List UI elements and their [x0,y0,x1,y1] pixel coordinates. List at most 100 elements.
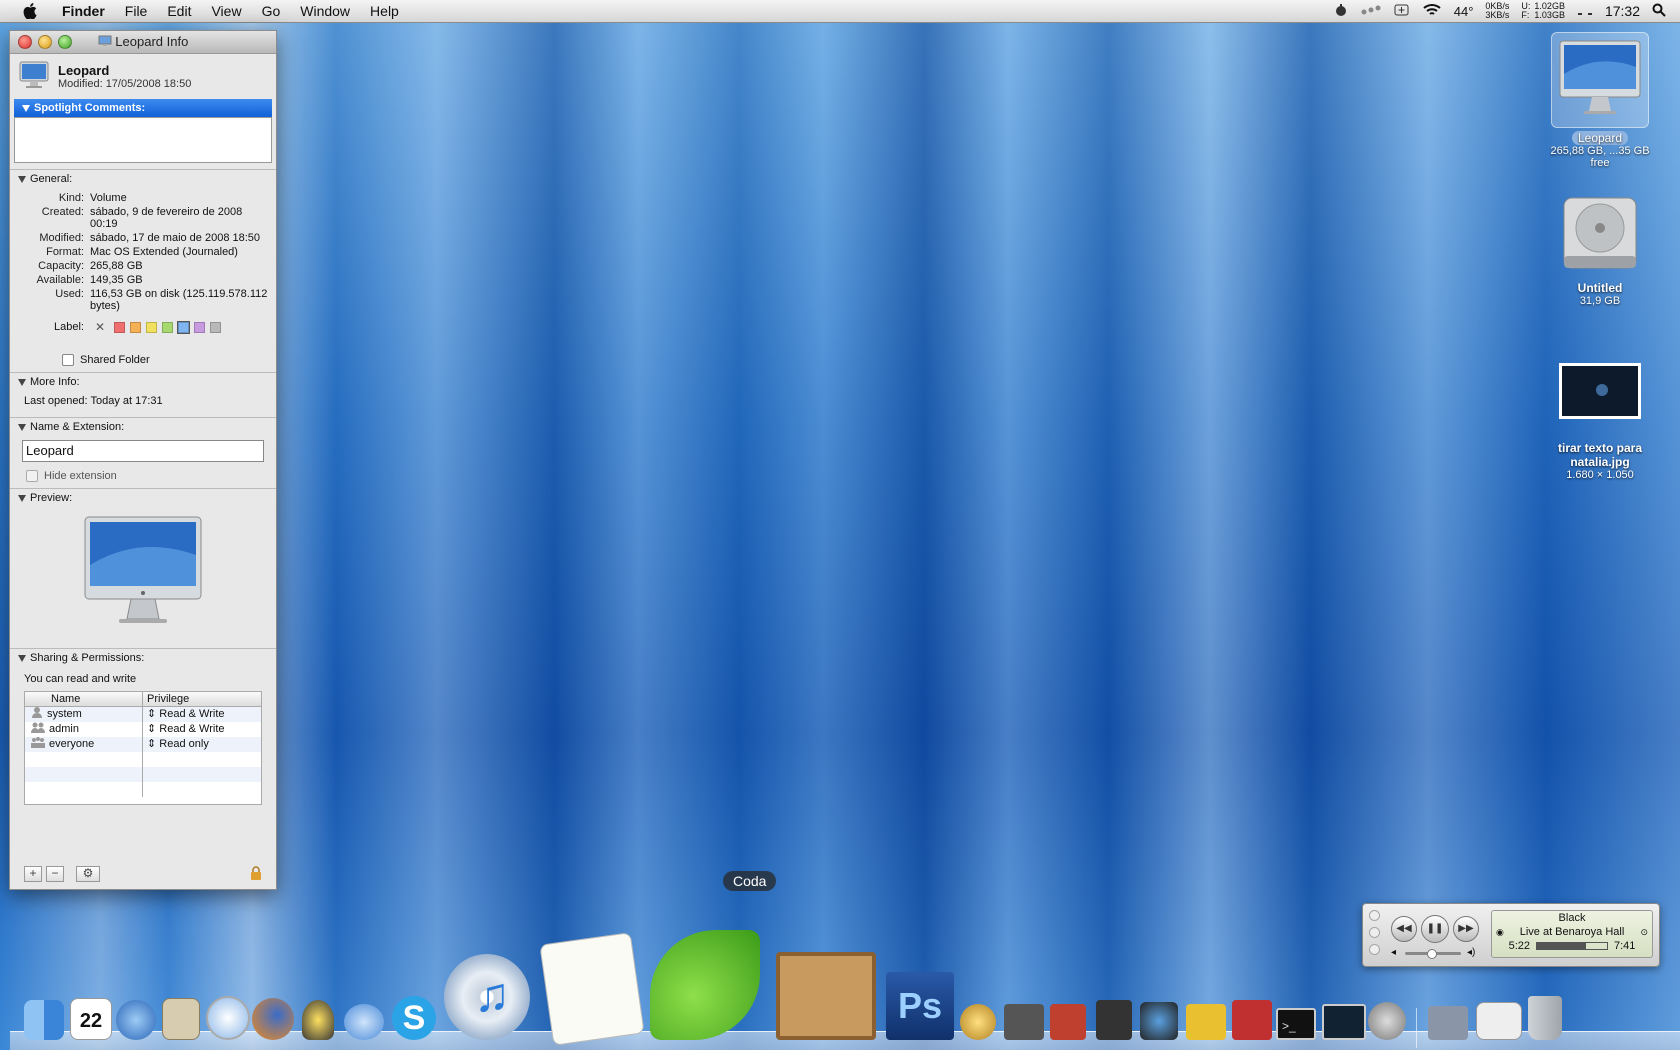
dock-documents-stack[interactable] [1476,1002,1522,1040]
bomb-icon[interactable] [1334,3,1348,20]
label-gray[interactable] [210,321,222,333]
perm-privilege[interactable]: Read only [159,738,209,750]
dock-mail[interactable] [162,998,200,1040]
col-privilege[interactable]: Privilege [143,692,261,706]
sharing-permissions-header[interactable]: Sharing & Permissions: [10,649,276,667]
dock-adium[interactable] [302,1000,334,1040]
add-user-button[interactable]: + [24,866,42,882]
dock-finder[interactable] [24,1000,64,1040]
perm-privilege[interactable]: Read & Write [159,708,224,720]
col-name[interactable]: Name [25,692,143,706]
dock-iphoto[interactable] [776,952,876,1040]
perm-privilege[interactable]: Read & Write [159,723,224,735]
dock-safari[interactable] [206,996,250,1040]
dock-terminal[interactable]: >_ [1276,1008,1316,1040]
snapback-icon[interactable]: ⊙ [1640,925,1648,939]
progress-bar[interactable] [1536,942,1608,950]
menu-bar: Finder File Edit View Go Window Help 44°… [0,0,1680,23]
remove-user-button[interactable]: − [46,866,64,882]
sync-icon[interactable] [1360,4,1382,19]
menu-view[interactable]: View [201,3,251,19]
info-window-titlebar[interactable]: Leopard Info [10,31,276,54]
dock-app-1[interactable] [960,1004,996,1040]
dock-app-5[interactable] [1140,1002,1178,1040]
lock-icon[interactable] [250,865,262,883]
desktop-icon-jpg[interactable]: tirar texto para natalia.jpg 1.680 × 1.0… [1540,362,1660,481]
desktop-icon-untitled[interactable]: Untitled 31,9 GB [1540,190,1660,307]
preview-header[interactable]: Preview: [10,489,276,507]
disk-f: 1.03GB [1534,10,1565,20]
menu-go[interactable]: Go [252,3,291,19]
name-extension-label: Name & Extension: [30,421,125,433]
table-row[interactable]: everyone ⇕ Read only [25,737,261,752]
dock-skype[interactable]: S [392,996,436,1040]
volume-slider-knob[interactable] [1427,949,1437,959]
volume-slider[interactable] [1405,949,1461,959]
display-toggle-icon[interactable]: ◉ [1496,925,1504,939]
updown-icon: ⇕ [147,708,157,720]
zoom-button[interactable] [58,35,72,49]
item-modified: Modified: 17/05/2008 18:50 [58,78,192,90]
more-info-header[interactable]: More Info: [10,373,276,391]
dock-textedit[interactable] [539,932,645,1046]
permissions-table: Name Privilege system ⇕ Read & Write adm… [24,691,262,805]
dock-firefox[interactable] [252,998,294,1040]
dock-app-2[interactable] [1004,1004,1044,1040]
label-red[interactable] [114,321,126,333]
itunes-minimize-button[interactable] [1369,927,1380,938]
used-key: Used: [55,288,84,300]
itunes-zoom-button[interactable] [1369,944,1380,955]
dock-ichat[interactable] [344,1004,384,1040]
name-extension-header[interactable]: Name & Extension: [10,418,276,436]
label-yellow[interactable] [146,321,158,333]
label-purple[interactable] [194,321,206,333]
action-gear-button[interactable]: ⚙ [76,866,100,882]
dock-app-3[interactable] [1050,1004,1086,1040]
itunes-close-button[interactable] [1369,910,1380,921]
clock[interactable]: 17:32 [1605,3,1640,19]
spotlight-search-icon[interactable] [1652,3,1666,20]
dock-thunderbird[interactable] [116,1000,156,1040]
window-title-text: Leopard Info [115,33,189,49]
menu-finder[interactable]: Finder [52,3,115,19]
wifi-icon[interactable] [1422,3,1442,20]
spotlight-comments-header[interactable]: Spotlight Comments: [14,99,272,117]
dock-activity-monitor[interactable] [1322,1004,1366,1040]
battery-icon[interactable] [1394,3,1410,20]
rewind-button[interactable]: ◀◀ [1391,916,1417,942]
no-label-x-icon[interactable]: ✕ [95,320,105,334]
desktop-icon-leopard[interactable]: Leopard 265,88 GB, ...35 GB free [1540,32,1660,169]
dock-app-6[interactable] [1186,1004,1226,1040]
close-button[interactable] [18,35,32,49]
dock-app-7[interactable] [1232,1000,1272,1040]
shared-folder-checkbox[interactable] [62,354,74,366]
fast-forward-button[interactable]: ▶▶ [1453,916,1479,942]
pause-button[interactable]: ❚❚ [1421,915,1449,943]
minimize-button[interactable] [38,35,52,49]
table-row[interactable]: admin ⇕ Read & Write [25,722,261,737]
spotlight-comments-field[interactable] [14,117,272,163]
dock-app-4[interactable] [1096,1000,1132,1040]
activity-icon[interactable] [1577,4,1593,19]
label-blue[interactable] [177,320,191,334]
dock-itunes[interactable]: ♫ [444,954,530,1040]
hide-extension-checkbox[interactable] [26,470,38,482]
apple-menu-icon[interactable] [20,3,40,19]
itunes-display[interactable]: ◉ ⊙ Black Live at Benaroya Hall 5:22 7:4… [1491,910,1653,958]
dock-ical[interactable]: 22 [70,998,112,1040]
more-info-label: More Info: [30,376,80,388]
name-field[interactable]: Leopard [22,440,264,462]
table-row[interactable]: system ⇕ Read & Write [25,707,261,722]
dock-photoshop[interactable]: Ps [886,972,954,1040]
label-green[interactable] [162,321,174,333]
dock-trash[interactable] [1528,996,1562,1040]
menu-edit[interactable]: Edit [157,3,201,19]
menu-window[interactable]: Window [290,3,360,19]
label-orange[interactable] [130,321,142,333]
dock-applications-stack[interactable] [1428,1006,1468,1040]
general-header[interactable]: General: [10,170,276,188]
dock-coda[interactable] [650,930,760,1040]
menu-file[interactable]: File [115,3,158,19]
dock-system-preferences[interactable] [1368,1002,1406,1040]
menu-help[interactable]: Help [360,3,409,19]
